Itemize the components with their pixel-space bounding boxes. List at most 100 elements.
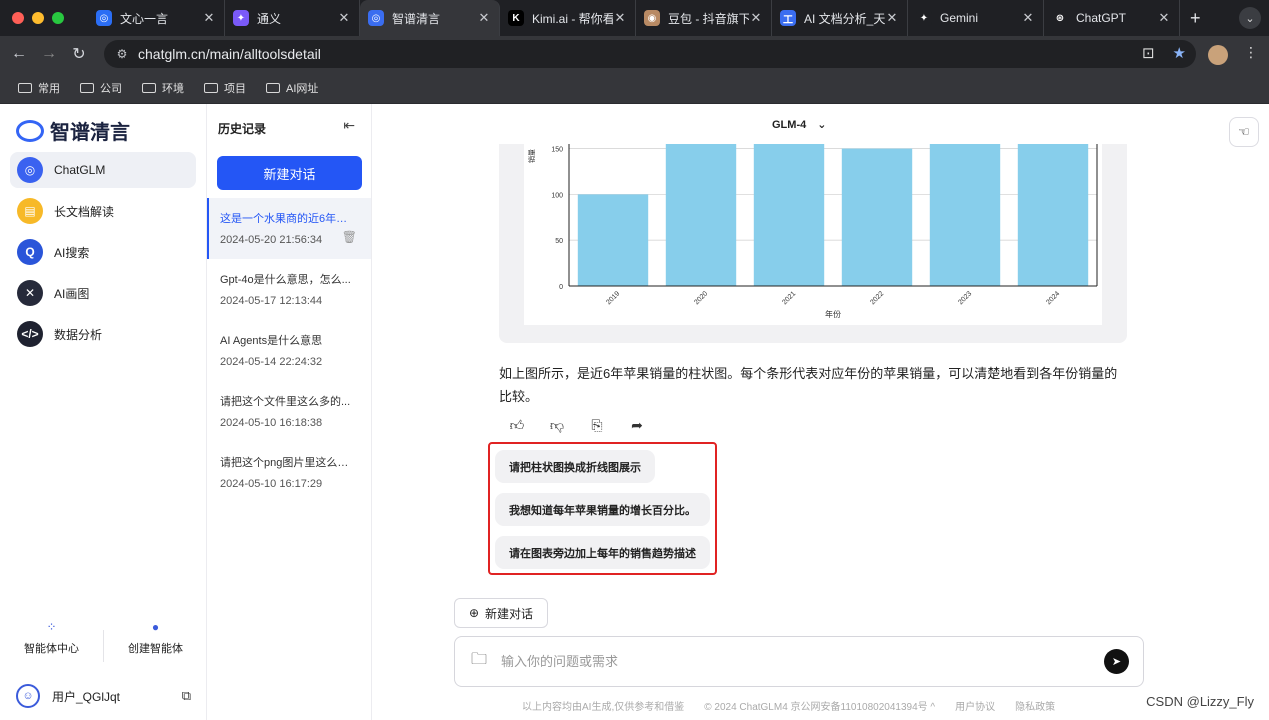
sidebar-item-chatglm[interactable]: ◎ ChatGLM: [10, 152, 196, 188]
agent-center-label: 智能体中心: [24, 643, 79, 655]
close-tab-icon[interactable]: ✕: [749, 10, 763, 26]
tab-wenxin[interactable]: ◎ 文心一言 ✕: [88, 0, 225, 36]
footer-privacy-link[interactable]: 隐私政策: [1015, 698, 1055, 713]
close-window-button[interactable]: [12, 12, 24, 24]
minimize-window-button[interactable]: [32, 12, 44, 24]
create-agent-button[interactable]: ● 创建智能体: [104, 620, 207, 670]
reload-icon[interactable]: ↻: [64, 44, 94, 64]
history-title: 历史记录: [218, 122, 267, 136]
history-item[interactable]: 这是一个水果商的近6年的... 2024-05-20 21:56:34 🗑: [207, 198, 371, 259]
bookmark-folder[interactable]: 环境: [134, 80, 192, 96]
tab-title: AI 文档分析_天: [804, 11, 885, 26]
new-tab-button[interactable]: +: [1190, 8, 1201, 29]
footer-user-agreement-link[interactable]: 用户协议: [955, 698, 995, 713]
zhipu-logo[interactable]: 智谱清言: [16, 116, 130, 145]
close-tab-icon[interactable]: ✕: [1157, 10, 1171, 26]
install-app-icon[interactable]: ⊡: [1142, 44, 1155, 62]
folder-icon: [142, 82, 156, 93]
search-icon: Q: [17, 239, 43, 265]
tab-title: 智谱清言: [392, 11, 441, 26]
bar: [577, 194, 649, 286]
tab-title: 文心一言: [120, 11, 169, 26]
suggestion-chip[interactable]: 请把柱状图换成折线图展示: [495, 450, 655, 483]
share-icon[interactable]: ➦: [627, 415, 647, 435]
send-icon[interactable]: ➤: [1104, 649, 1129, 674]
new-chat-inline-button[interactable]: ⊕ 新建对话: [454, 598, 548, 628]
sidebar-item-code[interactable]: </> 数据分析: [10, 316, 196, 352]
model-selector[interactable]: GLM-4 ⌄: [772, 118, 827, 131]
footer-disclaimer: 以上内容均由AI生成,仅供参考和借鉴: [522, 702, 685, 713]
address-bar[interactable]: ⚙ chatglm.cn/main/alltoolsdetail ⊡ ★: [104, 40, 1196, 68]
close-tab-icon[interactable]: ✕: [202, 10, 216, 26]
chat-input-box: 🗀 ➤: [454, 636, 1144, 687]
bookmark-folder[interactable]: AI网址: [258, 80, 326, 96]
bookmark-label: 公司: [100, 82, 122, 95]
site-info-icon[interactable]: ⚙: [114, 46, 130, 62]
sidebar-item-label: AI搜索: [54, 245, 90, 260]
browser-menu-icon[interactable]: ⋮: [1244, 44, 1258, 61]
history-item[interactable]: AI Agents是什么意思 2024-05-14 22:24:32: [207, 320, 371, 381]
bookmark-folder[interactable]: 公司: [72, 80, 130, 96]
suggestion-chip[interactable]: 我想知道每年苹果销量的增长百分比。: [495, 493, 710, 526]
code-icon: </>: [17, 321, 43, 347]
close-tab-icon[interactable]: ✕: [337, 10, 351, 26]
bookmark-folder[interactable]: 常用: [10, 80, 68, 96]
profile-avatar[interactable]: [1208, 45, 1228, 65]
agent-center-icon: ⁘: [46, 620, 57, 634]
suggestions-highlight: 请把柱状图换成折线图展示 我想知道每年苹果销量的增长百分比。 请在图表旁边加上每…: [488, 442, 717, 575]
close-tab-icon[interactable]: ✕: [477, 10, 491, 26]
tab-search-button[interactable]: ⌄: [1239, 7, 1261, 29]
tab-zhipu[interactable]: ◎ 智谱清言 ✕: [360, 0, 500, 36]
tab-tongyi[interactable]: ✦ 通义 ✕: [225, 0, 360, 36]
sidebar-item-label: AI画图: [54, 286, 90, 301]
history-item-date: 2024-05-10 16:17:29: [220, 478, 323, 490]
devices-icon[interactable]: ⧉: [182, 688, 191, 704]
close-tab-icon[interactable]: ✕: [885, 10, 899, 26]
bookmark-label: 环境: [162, 82, 184, 95]
create-agent-label: 创建智能体: [128, 643, 183, 655]
sidebar-nav: ◎ ChatGLM ▤ 长文档解读 Q AI搜索 ✕ AI画图 </> 数据分析: [10, 152, 196, 357]
sidebar-item-paint[interactable]: ✕ AI画图: [10, 275, 196, 311]
copy-icon[interactable]: ⎘: [587, 415, 607, 435]
history-item-date: 2024-05-20 21:56:34: [220, 234, 323, 246]
forward-icon[interactable]: →: [34, 45, 64, 63]
trash-icon[interactable]: 🗑: [342, 230, 357, 244]
bookmark-star-icon[interactable]: ★: [1173, 44, 1186, 62]
tab-doc-ai[interactable]: 工 AI 文档分析_天 ✕: [772, 0, 908, 36]
new-chat-button[interactable]: 新建对话: [217, 156, 362, 190]
bookmarks-bar: 常用 公司 环境 项目 AI网址: [0, 72, 1269, 104]
tab-title: Gemini: [940, 11, 979, 25]
back-icon[interactable]: ←: [4, 45, 34, 63]
suggestion-chip[interactable]: 请在图表旁边加上每年的销售趋势描述: [495, 536, 710, 569]
zhipu-logo-icon: [16, 119, 44, 142]
sidebar-item-document[interactable]: ▤ 长文档解读: [10, 193, 196, 229]
y-axis-label: 销量: [527, 149, 536, 163]
close-tab-icon[interactable]: ✕: [613, 10, 627, 26]
history-item[interactable]: 请把这个文件里这么多的... 2024-05-10 16:18:38: [207, 381, 371, 442]
collapse-panel-icon[interactable]: ⇤: [343, 117, 355, 134]
history-item-date: 2024-05-10 16:18:38: [220, 417, 323, 429]
maximize-window-button[interactable]: [52, 12, 64, 24]
folder-icon: [204, 82, 218, 93]
upload-folder-icon[interactable]: 🗀: [471, 648, 487, 675]
tab-doubao[interactable]: ◉ 豆包 - 抖音旗下 ✕: [636, 0, 772, 36]
user-profile[interactable]: ☺ 用户_QGlJqt ⧉: [16, 684, 191, 708]
history-item-title: Gpt-4o是什么意思，怎么...: [220, 274, 351, 286]
thumbs-up-icon[interactable]: 👍︎: [507, 415, 527, 435]
tab-gemini[interactable]: ✦ Gemini ✕: [908, 0, 1044, 36]
chat-input[interactable]: [501, 654, 1062, 669]
history-item[interactable]: 请把这个png图片里这么多... 2024-05-10 16:17:29: [207, 442, 371, 503]
folder-icon: [266, 82, 280, 93]
tab-chatgpt[interactable]: ⊛ ChatGPT ✕: [1044, 0, 1180, 36]
tab-kimi[interactable]: K Kimi.ai - 帮你看 ✕: [500, 0, 636, 36]
bookmark-folder[interactable]: 项目: [196, 80, 254, 96]
bar: [841, 148, 913, 286]
sidebar-item-search[interactable]: Q AI搜索: [10, 234, 196, 270]
history-item[interactable]: Gpt-4o是什么意思，怎么... 2024-05-17 12:13:44: [207, 259, 371, 320]
thumbs-down-icon[interactable]: 👎︎: [547, 415, 567, 435]
bar: [665, 144, 737, 286]
close-tab-icon[interactable]: ✕: [1021, 10, 1035, 26]
model-name: GLM-4: [772, 119, 807, 131]
cursor-tool-icon[interactable]: ☜: [1229, 117, 1259, 147]
agent-center-button[interactable]: ⁘ 智能体中心: [0, 620, 103, 670]
